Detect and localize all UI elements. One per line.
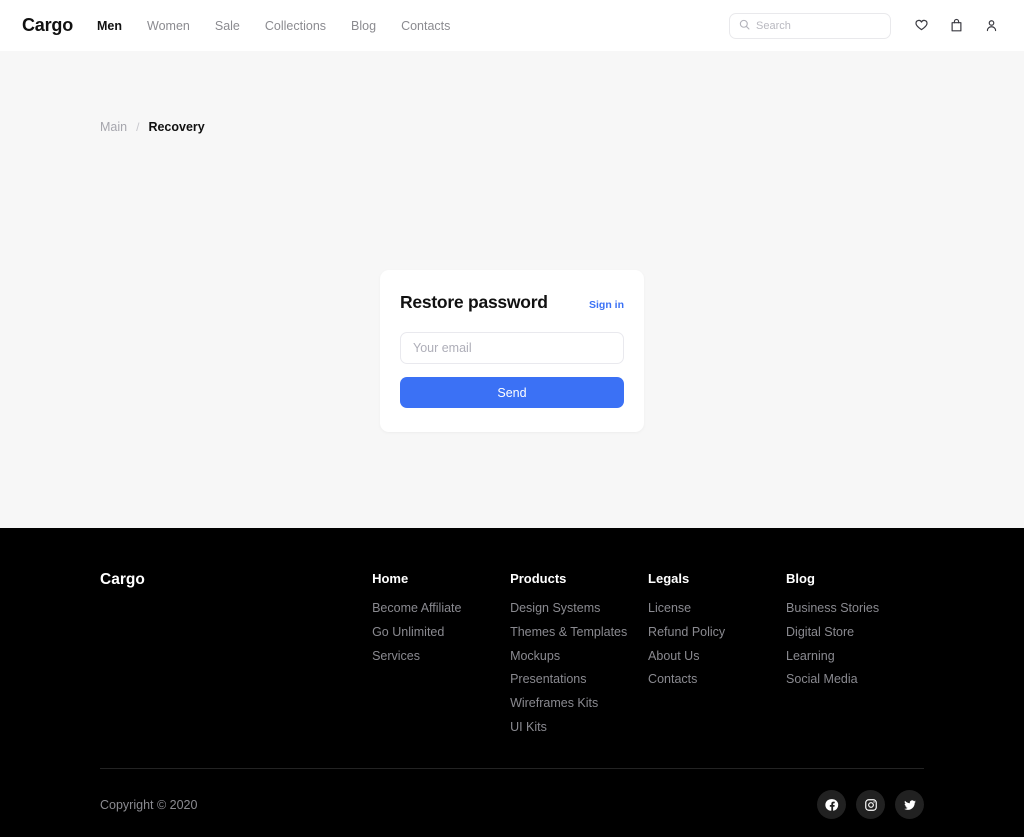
site-footer: Cargo Home Become Affiliate Go Unlimited… bbox=[0, 528, 1024, 837]
facebook-icon[interactable] bbox=[817, 790, 846, 819]
site-header: Cargo Men Women Sale Collections Blog Co… bbox=[0, 0, 1024, 51]
main-content: Main / Recovery Restore password Sign in… bbox=[0, 51, 1024, 528]
copyright-text: Copyright © 2020 bbox=[100, 797, 198, 812]
search-icon bbox=[739, 17, 750, 35]
footer-link[interactable]: Learning bbox=[786, 649, 924, 664]
footer-column-title: Home bbox=[372, 571, 409, 586]
footer-link[interactable]: Presentations bbox=[510, 672, 648, 687]
footer-columns: Cargo Home Become Affiliate Go Unlimited… bbox=[100, 528, 924, 745]
twitter-icon[interactable] bbox=[895, 790, 924, 819]
nav-item-men[interactable]: Men bbox=[97, 19, 122, 33]
bag-icon[interactable] bbox=[948, 17, 965, 34]
nav-item-contacts[interactable]: Contacts bbox=[401, 19, 450, 33]
footer-link[interactable]: Go Unlimited bbox=[372, 625, 510, 640]
footer-link[interactable]: Digital Store bbox=[786, 625, 924, 640]
footer-column-home: Home Become Affiliate Go Unlimited Servi… bbox=[372, 571, 510, 745]
card-header: Restore password Sign in bbox=[400, 292, 624, 313]
restore-password-card: Restore password Sign in Send bbox=[380, 270, 644, 432]
breadcrumb: Main / Recovery bbox=[100, 120, 205, 134]
nav-item-women[interactable]: Women bbox=[147, 19, 190, 33]
footer-column-title: Products bbox=[510, 571, 567, 586]
email-field[interactable] bbox=[400, 332, 624, 364]
footer-link[interactable]: Become Affiliate bbox=[372, 601, 510, 616]
breadcrumb-main[interactable]: Main bbox=[100, 120, 127, 134]
sign-in-link[interactable]: Sign in bbox=[589, 299, 624, 311]
footer-link[interactable]: Social Media bbox=[786, 672, 924, 687]
footer-link[interactable]: Themes & Templates bbox=[510, 625, 648, 640]
breadcrumb-current: Recovery bbox=[148, 120, 205, 134]
footer-bottom-bar: Copyright © 2020 bbox=[100, 790, 924, 819]
search-input[interactable] bbox=[756, 19, 881, 32]
footer-link[interactable]: Mockups bbox=[510, 649, 648, 664]
social-links bbox=[817, 790, 924, 819]
page-root: Cargo Men Women Sale Collections Blog Co… bbox=[0, 0, 1024, 837]
footer-link[interactable]: About Us bbox=[648, 649, 786, 664]
site-logo[interactable]: Cargo bbox=[22, 15, 73, 36]
heart-icon[interactable] bbox=[913, 17, 930, 34]
footer-link[interactable]: Wireframes Kits bbox=[510, 696, 648, 711]
footer-divider bbox=[100, 768, 924, 769]
nav-item-sale[interactable]: Sale bbox=[215, 19, 240, 33]
footer-column-blog: Blog Business Stories Digital Store Lear… bbox=[786, 571, 924, 745]
footer-column-title: Legals bbox=[648, 571, 690, 586]
footer-link[interactable]: Services bbox=[372, 649, 510, 664]
nav-item-collections[interactable]: Collections bbox=[265, 19, 326, 33]
footer-link[interactable]: Business Stories bbox=[786, 601, 924, 616]
nav-item-blog[interactable]: Blog bbox=[351, 19, 376, 33]
instagram-icon[interactable] bbox=[856, 790, 885, 819]
footer-link[interactable]: License bbox=[648, 601, 786, 616]
footer-link[interactable]: UI Kits bbox=[510, 720, 648, 735]
user-icon[interactable] bbox=[983, 17, 1000, 34]
footer-logo[interactable]: Cargo bbox=[100, 571, 372, 745]
send-button[interactable]: Send bbox=[400, 377, 624, 408]
breadcrumb-separator: / bbox=[136, 120, 140, 134]
footer-column-legals: Legals License Refund Policy About Us Co… bbox=[648, 571, 786, 745]
footer-column-products: Products Design Systems Themes & Templat… bbox=[510, 571, 648, 745]
footer-link[interactable]: Refund Policy bbox=[648, 625, 786, 640]
header-icon-group bbox=[913, 17, 1000, 34]
main-nav: Men Women Sale Collections Blog Contacts bbox=[97, 19, 450, 33]
footer-column-title: Blog bbox=[786, 571, 815, 586]
footer-link[interactable]: Contacts bbox=[648, 672, 786, 687]
header-right-cluster bbox=[729, 12, 1000, 39]
card-title: Restore password bbox=[400, 292, 548, 312]
search-box[interactable] bbox=[729, 12, 891, 39]
footer-link[interactable]: Design Systems bbox=[510, 601, 648, 616]
